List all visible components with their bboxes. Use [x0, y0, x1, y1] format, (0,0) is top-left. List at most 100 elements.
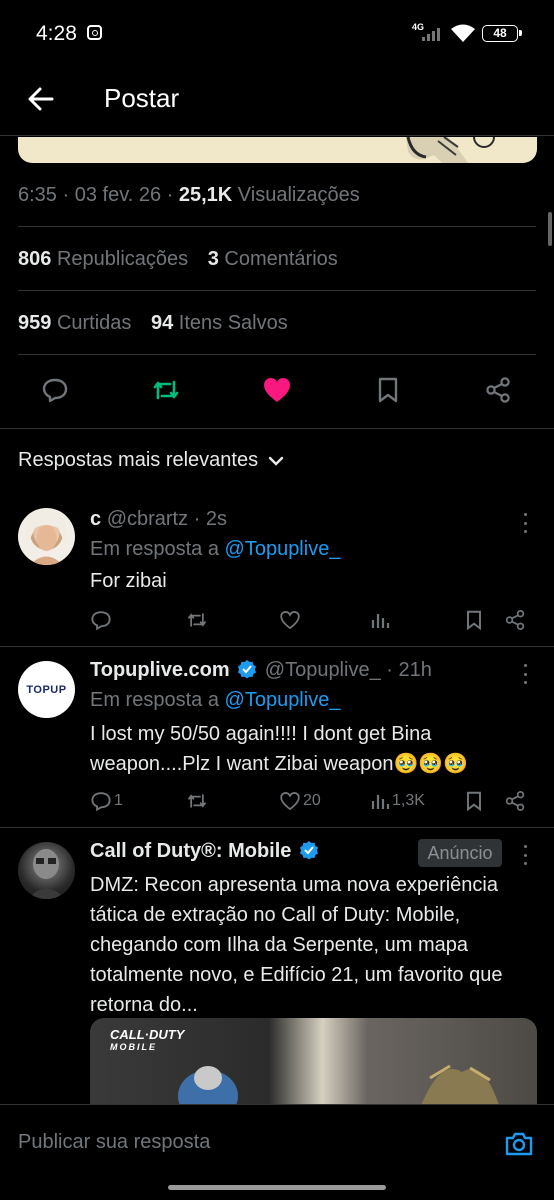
- ad-text: DMZ: Recon apresenta uma nova experiênci…: [90, 874, 503, 1016]
- in-reply-to: Em resposta a @Topuplive_: [90, 689, 340, 712]
- post-media-illustration: [406, 137, 495, 163]
- repost-button[interactable]: [150, 374, 182, 406]
- ad-media-scene: [178, 1064, 500, 1108]
- share-button[interactable]: [504, 788, 526, 814]
- reply-author-name: Topuplive.com: [90, 659, 230, 681]
- reposts-stat[interactable]: 806 Republicações: [18, 248, 188, 270]
- reply-actions: 1 20 1,3K: [0, 788, 554, 814]
- comments-stat[interactable]: 3 Comentários: [208, 248, 338, 270]
- avatar-logo-text: TOPUP: [26, 683, 67, 696]
- repost-icon: [188, 794, 206, 808]
- signal-icon: [422, 27, 440, 41]
- reply-item[interactable]: TOPUP Topuplive.com @Topuplive_ · 21h Em…: [0, 647, 554, 827]
- comment-icon: [42, 378, 68, 403]
- heart-icon: [280, 792, 300, 811]
- status-bar: 4:28 4G 48: [0, 0, 554, 66]
- post-actions: [0, 370, 554, 410]
- post-meta: 6:35 · 03 fev. 26 · 25,1K Visualizações: [18, 184, 360, 206]
- post-media[interactable]: [18, 137, 537, 163]
- bookmark-icon: [378, 377, 398, 403]
- share-icon: [505, 791, 525, 811]
- reply-author-handle: @cbrartz: [106, 508, 189, 530]
- bookmark-button[interactable]: [372, 374, 404, 406]
- status-time: 4:28: [36, 22, 77, 45]
- reply-time: 2s: [205, 508, 228, 530]
- chevron-down-icon: [268, 456, 284, 466]
- views-count: 25,1K: [178, 184, 233, 206]
- home-indicator[interactable]: [168, 1185, 386, 1190]
- bookmark-button[interactable]: [465, 607, 483, 633]
- likes-stat[interactable]: 959 Curtidas: [18, 312, 131, 334]
- in-reply-prefix: Em resposta a: [90, 538, 219, 560]
- wifi-icon: [451, 24, 475, 42]
- share-button[interactable]: [482, 374, 514, 406]
- ad-author[interactable]: Call of Duty®: Mobile: [90, 840, 321, 863]
- reply-text: I lost my 50/50 again!!!! I dont get Bin…: [90, 723, 469, 775]
- share-icon: [486, 377, 510, 403]
- reply-input[interactable]: Publicar sua resposta: [18, 1131, 210, 1154]
- avatar[interactable]: TOPUP: [18, 661, 75, 718]
- reply-author-name: c: [90, 508, 102, 530]
- analytics-icon: [371, 795, 390, 809]
- avatar[interactable]: [18, 842, 75, 899]
- top-bar: Postar: [0, 66, 554, 136]
- heart-icon: [280, 611, 300, 630]
- in-reply-to: Em resposta a @Topuplive_: [90, 538, 340, 561]
- reply-button[interactable]: [39, 374, 71, 406]
- post-date: 03 fev. 26: [74, 184, 162, 206]
- views-button[interactable]: 1,3K: [370, 788, 425, 814]
- comment-icon: [91, 792, 111, 812]
- share-button[interactable]: [504, 607, 526, 633]
- repost-button[interactable]: [186, 788, 208, 814]
- more-options-icon[interactable]: [518, 513, 532, 533]
- view-count: 1,3K: [392, 792, 425, 809]
- post-stats-row-2: 959 Curtidas 94 Itens Salvos: [18, 312, 288, 335]
- more-options-icon[interactable]: [518, 664, 532, 684]
- post-time: 6:35: [18, 184, 57, 206]
- back-arrow-icon[interactable]: [24, 82, 58, 116]
- like-button[interactable]: [279, 607, 303, 633]
- ad-author-name: Call of Duty®: Mobile: [90, 840, 292, 862]
- reply-time: 21h: [398, 659, 432, 681]
- heart-filled-icon: [264, 378, 290, 402]
- reply-author[interactable]: Topuplive.com @Topuplive_ · 21h: [90, 659, 432, 682]
- ad-media[interactable]: CALL·DUTY MOBILE: [90, 1018, 537, 1108]
- like-button[interactable]: 20: [279, 788, 321, 814]
- avatar-image: [28, 849, 65, 899]
- views-label: Visualizações: [237, 184, 360, 206]
- like-count: 20: [303, 792, 321, 809]
- separator-dot: ·: [188, 508, 206, 530]
- separator-dot: ·: [380, 659, 399, 681]
- in-reply-prefix: Em resposta a: [90, 689, 219, 711]
- analytics-icon: [371, 614, 390, 628]
- reply-button[interactable]: 1: [90, 788, 123, 814]
- post-stats-row-1: 806 Republicações 3 Comentários: [18, 248, 338, 271]
- mention-link[interactable]: @Topuplive_: [225, 538, 341, 560]
- avatar[interactable]: [18, 508, 75, 565]
- verified-badge-icon: [238, 660, 257, 679]
- avatar-image: [25, 510, 68, 565]
- comment-icon: [91, 611, 111, 631]
- battery-icon: 48: [482, 25, 522, 42]
- reply-button[interactable]: [90, 607, 114, 633]
- divider: [0, 428, 554, 429]
- saves-stat[interactable]: 94 Itens Salvos: [151, 312, 288, 334]
- divider: [18, 354, 536, 355]
- like-button[interactable]: [261, 374, 293, 406]
- more-options-icon[interactable]: [518, 845, 532, 865]
- camera-icon[interactable]: [504, 1129, 534, 1159]
- divider: [18, 226, 536, 227]
- bookmark-icon: [467, 791, 481, 812]
- replies-sort-dropdown[interactable]: Respostas mais relevantes: [18, 449, 284, 472]
- reply-item[interactable]: c @cbrartz · 2s Em resposta a @Topuplive…: [0, 496, 554, 646]
- bookmark-button[interactable]: [465, 788, 483, 814]
- bookmark-icon: [467, 610, 481, 631]
- instagram-notification-icon: [87, 25, 102, 40]
- scrollbar[interactable]: [548, 212, 552, 246]
- verified-badge-icon: [299, 841, 318, 860]
- reply-author[interactable]: c @cbrartz · 2s: [90, 508, 227, 531]
- repost-button[interactable]: [186, 607, 208, 633]
- mention-link[interactable]: @Topuplive_: [225, 689, 341, 711]
- views-button[interactable]: [370, 607, 392, 633]
- page-title: Postar: [104, 83, 180, 113]
